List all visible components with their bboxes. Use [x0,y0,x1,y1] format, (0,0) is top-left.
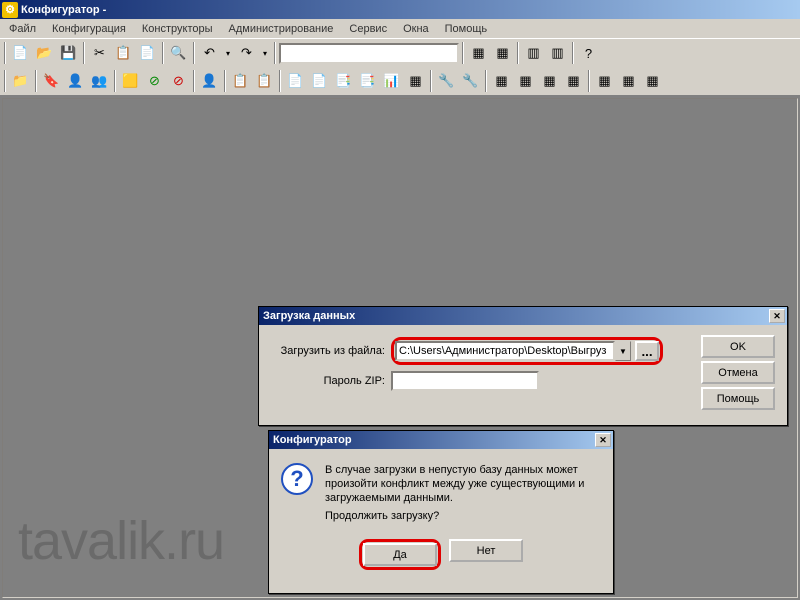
tb2-icon-2[interactable]: 🔖 [40,70,63,92]
tb2-icon-14[interactable]: 📑 [356,70,379,92]
tb2-icon-5[interactable]: 🟨 [119,70,142,92]
tb2-icon-19[interactable]: ▦ [490,70,513,92]
file-dropdown-icon[interactable]: ▼ [615,341,631,361]
tb2-icon-23[interactable]: ▦ [593,70,616,92]
tb2-icon-13[interactable]: 📑 [332,70,355,92]
load-from-file-label: Загрузить из файла: [271,345,391,357]
save-icon[interactable]: 💾 [57,42,80,64]
tb2-icon-21[interactable]: ▦ [538,70,561,92]
tb2-icon-4[interactable]: 👥 [88,70,111,92]
confirm-dialog-title-bar: Конфигуратор ✕ [269,431,613,449]
ok-button[interactable]: OK [701,335,775,358]
confirm-dialog-title: Конфигуратор [273,434,352,446]
menu-windows[interactable]: Окна [395,21,437,37]
menu-help[interactable]: Помощь [437,21,496,37]
confirm-text-2: Продолжить загрузку? [325,509,601,523]
confirm-dialog: Конфигуратор ✕ ? В случае загрузки в неп… [268,430,614,594]
tool-d-icon[interactable]: ▥ [546,42,569,64]
browse-button[interactable]: ... [635,341,659,361]
tb2-icon-20[interactable]: ▦ [514,70,537,92]
menu-bar: Файл Конфигурация Конструкторы Администр… [0,19,800,38]
toolbar-area: 📄 📂 💾 ✂ 📋 📄 🔍 ↶ ▾ ↷ ▾ ▦ ▦ ▥ ▥ ? 📁 🔖 👤 👥 … [0,38,800,96]
tb2-icon-12[interactable]: 📄 [308,70,331,92]
cut-icon[interactable]: ✂ [88,42,111,64]
tb2-icon-8[interactable]: 👤 [198,70,221,92]
menu-file[interactable]: Файл [1,21,44,37]
zip-password-label: Пароль ZIP: [271,375,391,387]
no-button[interactable]: Нет [449,539,523,562]
menu-constructors[interactable]: Конструкторы [134,21,221,37]
help-button[interactable]: Помощь [701,387,775,410]
toolbar-row-1: 📄 📂 💾 ✂ 📋 📄 🔍 ↶ ▾ ↷ ▾ ▦ ▦ ▥ ▥ ? [0,39,800,67]
menu-admin[interactable]: Администрирование [221,21,342,37]
paste-icon[interactable]: 📄 [136,42,159,64]
tb2-icon-1[interactable]: 📁 [9,70,32,92]
menu-config[interactable]: Конфигурация [44,21,134,37]
tb2-icon-16[interactable]: ▦ [404,70,427,92]
load-dialog-title: Загрузка данных [263,310,355,322]
tb2-icon-18[interactable]: 🔧 [459,70,482,92]
close-icon[interactable]: ✕ [769,309,785,323]
app-icon: ⚙ [2,2,18,18]
yes-highlight: Да [359,539,441,570]
undo-dd-icon[interactable]: ▾ [222,42,234,64]
confirm-text-1: В случае загрузки в непустую базу данных… [325,463,601,505]
window-title: Конфигуратор - [21,4,106,16]
load-dialog-title-bar: Загрузка данных ✕ [259,307,787,325]
help-icon[interactable]: ? [577,42,600,64]
file-field-highlight: ▼ ... [391,337,663,365]
tb2-icon-22[interactable]: ▦ [562,70,585,92]
new-icon[interactable]: 📄 [9,42,32,64]
tool-c-icon[interactable]: ▥ [522,42,545,64]
open-icon[interactable]: 📂 [33,42,56,64]
tool-a-icon[interactable]: ▦ [467,42,490,64]
tb2-icon-3[interactable]: 👤 [64,70,87,92]
yes-button[interactable]: Да [363,543,437,566]
title-bar: ⚙ Конфигуратор - [0,0,800,19]
tb2-icon-24[interactable]: ▦ [617,70,640,92]
question-icon: ? [281,463,313,495]
tb2-icon-25[interactable]: ▦ [641,70,664,92]
tb2-icon-10[interactable]: 📋 [253,70,276,92]
undo-icon[interactable]: ↶ [198,42,221,64]
confirm-message: В случае загрузки в непустую базу данных… [325,463,601,523]
toolbar-combo[interactable] [279,43,459,64]
load-data-dialog: Загрузка данных ✕ Загрузить из файла: ▼ … [258,306,788,426]
file-path-input[interactable] [395,341,615,361]
tb2-icon-11[interactable]: 📄 [284,70,307,92]
cancel-button[interactable]: Отмена [701,361,775,384]
tool-b-icon[interactable]: ▦ [491,42,514,64]
tb2-icon-9[interactable]: 📋 [229,70,252,92]
tb2-icon-6[interactable]: ⊘ [143,70,166,92]
redo-dd-icon[interactable]: ▾ [259,42,271,64]
zip-password-input[interactable] [391,371,539,391]
menu-service[interactable]: Сервис [341,21,395,37]
tb2-icon-17[interactable]: 🔧 [435,70,458,92]
copy-icon[interactable]: 📋 [112,42,135,64]
tb2-icon-7[interactable]: ⊘ [167,70,190,92]
tb2-icon-15[interactable]: 📊 [380,70,403,92]
find-icon[interactable]: 🔍 [167,42,190,64]
toolbar-row-2: 📁 🔖 👤 👥 🟨 ⊘ ⊘ 👤 📋 📋 📄 📄 📑 📑 📊 ▦ 🔧 🔧 ▦ ▦ … [0,67,800,95]
redo-icon[interactable]: ↷ [235,42,258,64]
close-icon[interactable]: ✕ [595,433,611,447]
watermark: tavalik.ru [18,510,224,572]
